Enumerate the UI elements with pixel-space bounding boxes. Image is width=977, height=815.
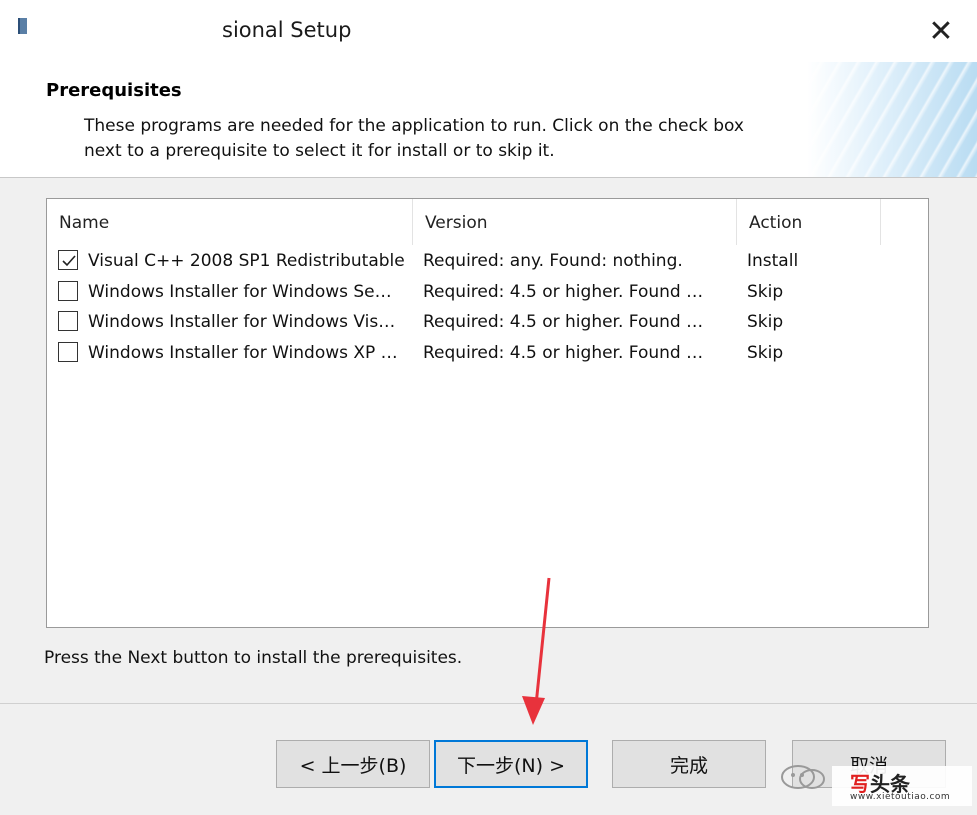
watermark-url: www.xietoutiao.com	[850, 792, 951, 802]
annotation-arrow-icon	[522, 577, 551, 725]
watermark: 写头条 www.xietoutiao.com	[832, 766, 972, 806]
watermark-logo-icon	[781, 765, 825, 789]
